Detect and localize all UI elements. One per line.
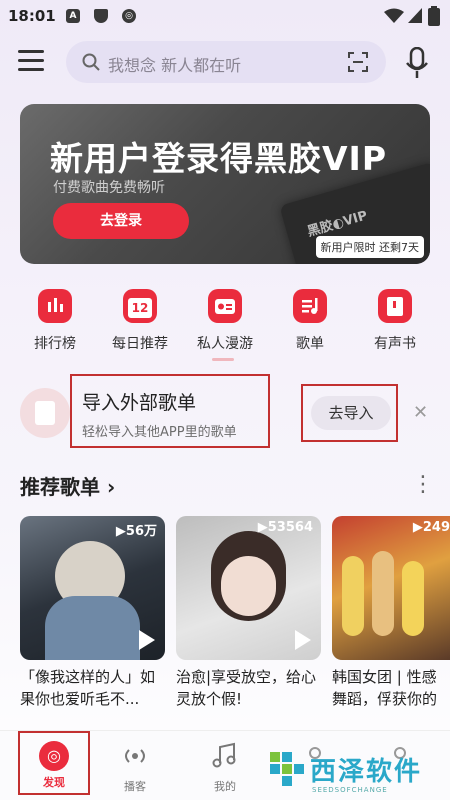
import-subtitle: 轻松导入其他APP里的歌单 bbox=[82, 425, 237, 440]
music-note-icon bbox=[212, 742, 236, 768]
import-title: 导入外部歌单 bbox=[82, 392, 197, 414]
playlist-card[interactable]: ▶53564 bbox=[176, 516, 321, 660]
radio-icon bbox=[208, 289, 242, 323]
nav-label: 有声书 bbox=[374, 336, 416, 352]
playlist-title[interactable]: 「像我这样的人」如果你也爱听毛不... bbox=[20, 666, 168, 710]
scroll-indicator bbox=[212, 358, 234, 361]
promo-banner[interactable]: 黑胶◐VIP 新用户登录得黑胶VIP 付费歌曲免费畅听 去登录 新用户限时 还剩… bbox=[20, 104, 430, 264]
netease-music-icon: ◎ bbox=[122, 9, 136, 23]
shield-icon bbox=[94, 9, 108, 23]
nav-label: 私人漫游 bbox=[197, 336, 253, 352]
search-bar[interactable]: 我想念 新人都在听 bbox=[66, 41, 386, 83]
banner-subtitle: 付费歌曲免费畅听 bbox=[53, 180, 165, 196]
nav-label: 每日推荐 bbox=[112, 336, 168, 352]
mic-icon[interactable] bbox=[405, 47, 429, 79]
close-icon[interactable]: ✕ bbox=[413, 402, 428, 423]
nav-item-daily[interactable]: 12 每日推荐 bbox=[95, 285, 185, 353]
playlist-title[interactable]: 治愈|享受放空，给心灵放个假! bbox=[176, 666, 324, 710]
banner-tag: 新用户限时 还剩7天 bbox=[315, 236, 424, 258]
status-bar: 18:01 A ◎ bbox=[0, 0, 450, 32]
watermark-icon bbox=[270, 752, 304, 786]
audiobook-icon bbox=[378, 289, 412, 323]
more-icon[interactable]: ⋮ bbox=[412, 472, 434, 497]
section-title[interactable]: 推荐歌单 › bbox=[20, 471, 115, 500]
chart-bars-icon bbox=[38, 289, 72, 323]
chevron-right-icon: › bbox=[100, 475, 116, 499]
scan-icon[interactable] bbox=[348, 52, 368, 72]
tab-mine[interactable]: 我的 bbox=[190, 741, 260, 794]
playlist-card[interactable]: ▶56万 bbox=[20, 516, 165, 660]
playlist-title[interactable]: 韩国女团 | 性感舞蹈，俘获你的心 bbox=[332, 666, 450, 710]
search-icon bbox=[82, 53, 100, 71]
watermark-logo: 西泽软件 SEEDSOFCHANGE bbox=[268, 750, 422, 794]
nav-item-playlist[interactable]: 歌单 bbox=[265, 285, 355, 353]
podcast-icon bbox=[125, 749, 145, 763]
play-icon[interactable] bbox=[295, 630, 311, 650]
annotation-box bbox=[18, 731, 90, 795]
status-time: 18:01 bbox=[8, 7, 56, 25]
menu-icon[interactable] bbox=[18, 50, 44, 74]
play-count: ▶53564 bbox=[257, 520, 313, 535]
play-icon[interactable] bbox=[139, 630, 155, 650]
nav-item-charts[interactable]: 排行榜 bbox=[10, 285, 100, 353]
play-count: ▶56万 bbox=[115, 524, 157, 539]
battery-icon bbox=[428, 6, 440, 26]
nav-item-audiobook[interactable]: 有声书 bbox=[350, 285, 440, 353]
wifi-icon bbox=[384, 8, 404, 23]
search-placeholder: 我想念 新人都在听 bbox=[108, 56, 242, 75]
import-button[interactable]: 去导入 bbox=[311, 396, 391, 430]
playlist-icon bbox=[293, 289, 327, 323]
tab-podcast[interactable]: 播客 bbox=[100, 741, 170, 794]
nav-label: 歌单 bbox=[296, 336, 324, 352]
quick-nav: 排行榜 12 每日推荐 私人漫游 歌单 有声书 bbox=[10, 285, 450, 365]
signal-icon bbox=[408, 8, 422, 23]
font-a-icon: A bbox=[66, 9, 80, 23]
login-button[interactable]: 去登录 bbox=[53, 203, 189, 239]
import-icon bbox=[20, 388, 70, 438]
nav-label: 排行榜 bbox=[34, 336, 76, 352]
calendar-icon: 12 bbox=[123, 289, 157, 323]
nav-item-roaming[interactable]: 私人漫游 bbox=[180, 285, 270, 353]
banner-title: 新用户登录得黑胶VIP bbox=[50, 139, 388, 178]
play-count: ▶249 bbox=[412, 520, 450, 535]
playlist-card[interactable]: ▶249 bbox=[332, 516, 450, 660]
